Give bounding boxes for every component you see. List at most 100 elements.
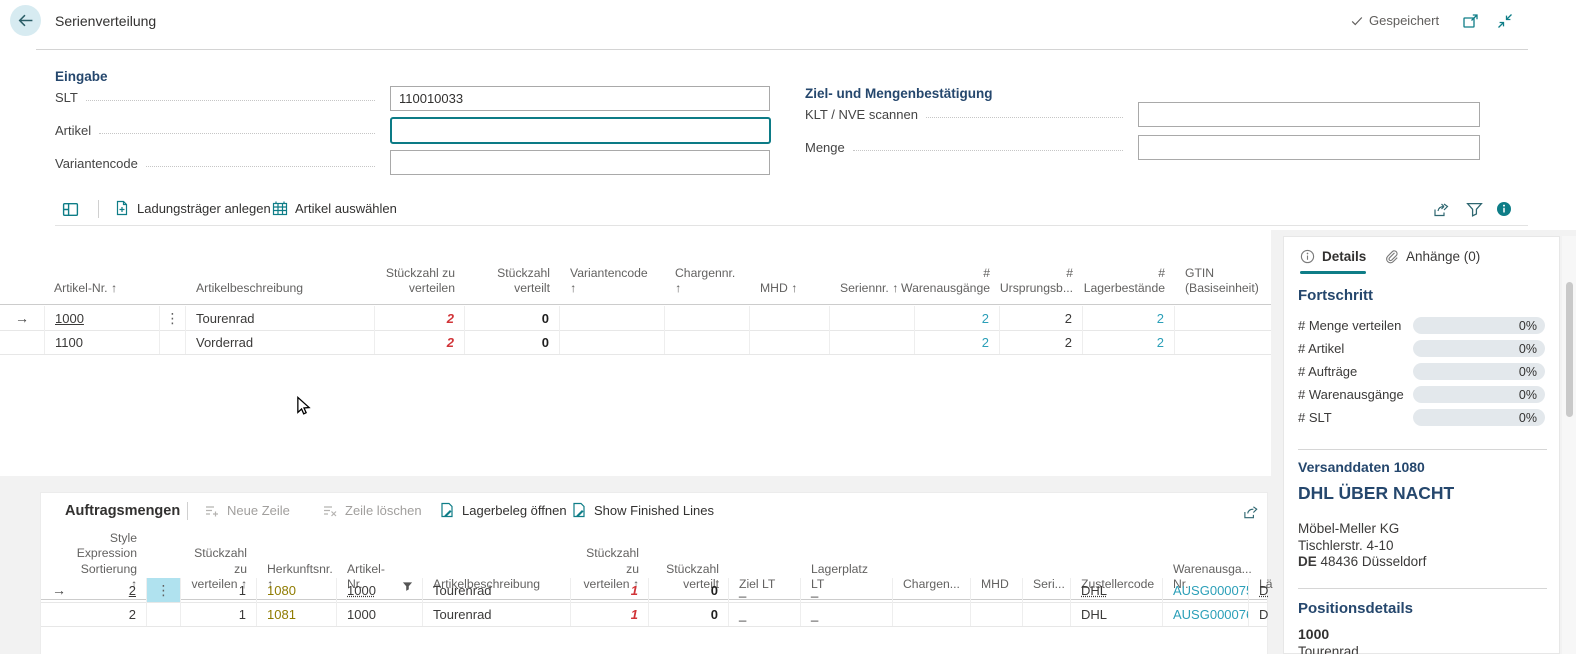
cell-seriennr[interactable] <box>830 306 915 330</box>
col-ursprungsb[interactable]: # Ursprungsb... <box>1000 264 1083 304</box>
cell-variantencode[interactable] <box>560 306 665 330</box>
klt-nve-input[interactable] <box>1138 102 1480 127</box>
cell-herkunftsnr[interactable]: 1081 <box>257 602 337 626</box>
col-stk-verteilt[interactable]: Stückzahl verteilt <box>465 264 560 304</box>
cell-gtin[interactable] <box>1175 306 1271 330</box>
cell-zustellercode[interactable]: DHL <box>1071 602 1163 626</box>
cell-variantencode[interactable] <box>560 330 665 354</box>
cell-beschreibung[interactable]: Tourenrad <box>423 578 571 602</box>
cell-laendercode[interactable]: DE <box>1249 602 1269 626</box>
cell-chargennr[interactable] <box>665 306 750 330</box>
cell-ziel-lt[interactable]: _ <box>729 578 801 602</box>
cell-stk-zu-verteilen-2[interactable]: 1 <box>571 578 649 602</box>
progress-label: # Aufträge <box>1298 364 1413 379</box>
show-finished-lines-button[interactable]: Show Finished Lines <box>571 502 714 518</box>
row-menu-icon[interactable]: ⋮ <box>160 306 186 330</box>
tab-anhaenge[interactable]: Anhänge (0) <box>1384 249 1480 264</box>
col-chargennr[interactable]: Chargennr. ↑ <box>665 264 750 304</box>
row-menu-icon[interactable]: ⋮ <box>147 578 181 602</box>
progress-bar: 0% <box>1413 386 1545 403</box>
show-finished-lines-label: Show Finished Lines <box>594 503 714 518</box>
cell-lagerplatz-lt[interactable]: _ <box>801 602 893 626</box>
cell-warenausgang-link[interactable]: AUSG000076 <box>1163 602 1249 626</box>
cell-warenausgaenge-link[interactable]: 2 <box>915 330 1000 354</box>
cell-seri[interactable] <box>1023 602 1071 626</box>
col-artikelbeschreibung[interactable]: Artikelbeschreibung <box>186 264 375 304</box>
cell-stk-zu-verteilen-2[interactable]: 1 <box>571 602 649 626</box>
cell-seriennr[interactable] <box>830 330 915 354</box>
ladungstraeger-anlegen-button[interactable]: Ladungsträger anlegen <box>114 200 271 216</box>
toolbar-divider <box>187 502 188 520</box>
cell-gtin[interactable] <box>1175 330 1271 354</box>
cell-ziel-lt[interactable]: _ <box>729 602 801 626</box>
cell-ursprungsb[interactable]: 2 <box>1000 306 1083 330</box>
table-row[interactable]: → 1000 ⋮ Tourenrad 2 0 2 2 2 <box>0 306 1271 331</box>
cell-stk-verteilt[interactable]: 0 <box>649 578 729 602</box>
col-variantencode[interactable]: Variantencode ↑ <box>560 264 665 304</box>
table-row[interactable]: → 2 ⋮ 1 1080 1000 Tourenrad 1 0 _ _ DHL … <box>41 578 1267 603</box>
info-icon[interactable] <box>1496 201 1512 217</box>
scrollbar-thumb[interactable] <box>1566 282 1573 417</box>
variantencode-input[interactable] <box>390 150 770 175</box>
cell-stk-zu-verteilen-1[interactable]: 1 <box>181 602 257 626</box>
cell-chargen[interactable] <box>893 602 971 626</box>
cell-mhd[interactable] <box>971 602 1023 626</box>
cell-beschreibung[interactable]: Tourenrad <box>423 602 571 626</box>
col-warenausgaenge[interactable]: # Warenausgänge <box>915 264 1000 304</box>
neue-zeile-button[interactable]: Neue Zeile <box>204 502 290 518</box>
cell-stk-zu-verteilen-1[interactable]: 1 <box>181 578 257 602</box>
table-row[interactable]: 1100 Vorderrad 2 0 2 2 2 <box>0 330 1271 355</box>
slt-input[interactable] <box>390 86 770 111</box>
cell-herkunftsnr[interactable]: 1080 <box>257 578 337 602</box>
filter-icon[interactable] <box>1466 201 1483 218</box>
cell-warenausgaenge-link[interactable]: 2 <box>915 306 1000 330</box>
zeile-loeschen-button[interactable]: Zeile löschen <box>322 502 422 518</box>
col-stk-zu-verteilen[interactable]: Stückzahl zu verteilen <box>375 264 465 304</box>
cell-stk-verteilt[interactable]: 0 <box>649 602 729 626</box>
cell-beschreibung[interactable]: Vorderrad <box>186 330 375 354</box>
cell-laendercode[interactable]: DE <box>1259 583 1269 598</box>
col-mhd[interactable]: MHD ↑ <box>750 264 830 304</box>
cell-ursprungsb[interactable]: 2 <box>1000 330 1083 354</box>
col-lagerbestaende[interactable]: # Lagerbestände <box>1083 264 1175 304</box>
cell-artikel-nr[interactable]: 1000 <box>337 602 423 626</box>
cell-lagerbestaende-link[interactable]: 2 <box>1083 306 1175 330</box>
share-icon[interactable] <box>1243 504 1260 520</box>
cell-mhd[interactable] <box>750 306 830 330</box>
style-sort-link[interactable]: 2 <box>129 583 136 598</box>
col-gtin[interactable]: GTIN (Basiseinheit) <box>1175 264 1271 304</box>
popout-window-icon[interactable] <box>1462 12 1480 30</box>
menge-input[interactable] <box>1138 135 1480 160</box>
collapse-window-icon[interactable] <box>1496 12 1514 30</box>
dotted-leader <box>853 150 1123 151</box>
cell-chargen[interactable] <box>893 578 971 602</box>
board-view-icon[interactable] <box>62 201 79 218</box>
artikel-auswaehlen-button[interactable]: Artikel auswählen <box>272 200 397 216</box>
lagerbeleg-oeffnen-button[interactable]: Lagerbeleg öffnen <box>439 502 567 518</box>
share-icon[interactable] <box>1433 201 1451 218</box>
cell-artikel-nr[interactable]: 1100 <box>44 330 160 354</box>
table-row[interactable]: 2 1 1081 1000 Tourenrad 1 0 _ _ DHL AUSG… <box>41 602 1267 627</box>
tab-details[interactable]: Details <box>1300 249 1366 264</box>
cell-stk-verteilt[interactable]: 0 <box>465 306 560 330</box>
cell-seri[interactable] <box>1023 578 1071 602</box>
cell-chargennr[interactable] <box>665 330 750 354</box>
cell-lagerplatz-lt[interactable]: _ <box>801 578 893 602</box>
cell-warenausgang-link[interactable]: AUSG000075 <box>1163 578 1249 602</box>
cell-stk-zu-verteilen[interactable]: 2 <box>375 330 465 354</box>
col-artikel-nr[interactable]: Artikel-Nr. ↑ <box>44 264 160 304</box>
cell-lagerbestaende-link[interactable]: 2 <box>1083 330 1175 354</box>
cell-mhd[interactable] <box>971 578 1023 602</box>
artikel-nr-link[interactable]: 1000 <box>55 311 84 326</box>
progress-bar: 0% <box>1413 363 1545 380</box>
cell-mhd[interactable] <box>750 330 830 354</box>
back-button[interactable] <box>10 5 41 36</box>
menge-label-row: Menge <box>805 140 1133 155</box>
cell-zustellercode[interactable]: DHL <box>1081 583 1107 598</box>
cell-stk-verteilt[interactable]: 0 <box>465 330 560 354</box>
cell-artikel-nr[interactable]: 1000 <box>347 583 376 598</box>
cell-beschreibung[interactable]: Tourenrad <box>186 306 375 330</box>
cell-stk-zu-verteilen[interactable]: 2 <box>375 306 465 330</box>
artikel-input[interactable] <box>390 117 771 144</box>
cell-style-sort[interactable]: 2 <box>77 602 147 626</box>
